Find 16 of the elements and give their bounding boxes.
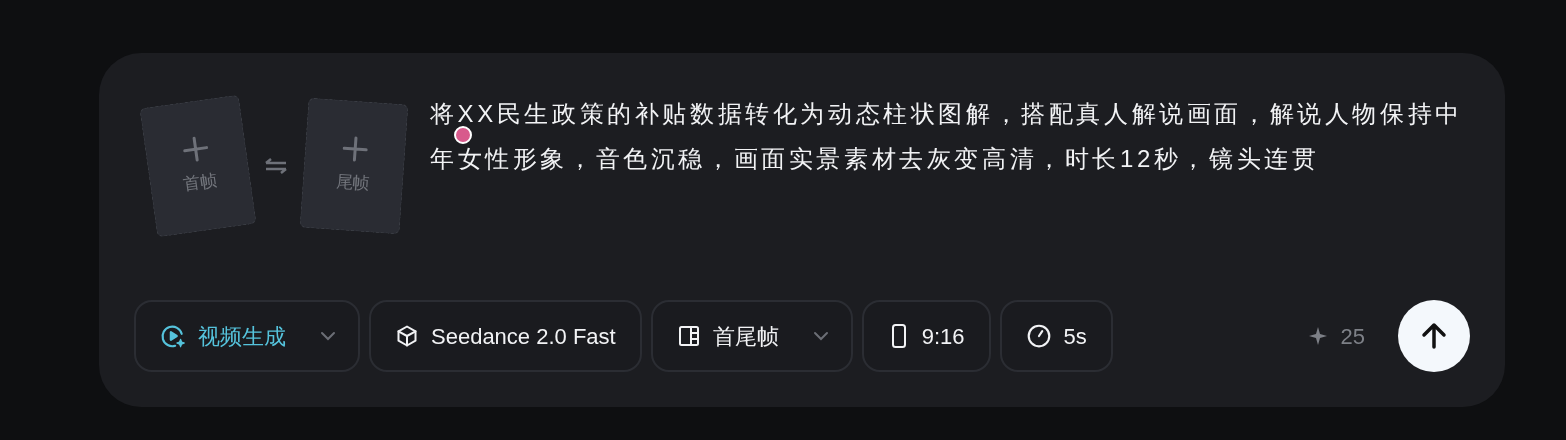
toolbar-chip[interactable]: 9:16 bbox=[861, 300, 991, 372]
credit-count: 25 bbox=[1340, 322, 1365, 351]
cube-icon bbox=[395, 324, 419, 348]
toolbar-chip[interactable]: 视频生成 bbox=[134, 300, 360, 372]
prompt-text[interactable]: 将XX民生政策的补贴数据转化为动态柱状图解，搭配真人解说画面，解说人物保持中年女性形象，音色沉稳，画面实景素材去灰变高清，时长12秒，镜头连贯 bbox=[430, 91, 1470, 181]
frames-icon bbox=[676, 324, 701, 348]
toolbar-chip[interactable]: Seedance 2.0 Fast bbox=[369, 300, 642, 372]
toolbar-chip[interactable]: 首尾帧 bbox=[650, 300, 853, 372]
plus-icon bbox=[341, 135, 370, 164]
play-sparkle-icon bbox=[160, 323, 186, 349]
frame-label: 尾帧 bbox=[334, 171, 371, 196]
toolbar-chip[interactable]: 5s bbox=[999, 300, 1113, 372]
frame-label: 首帧 bbox=[181, 169, 219, 197]
timer-icon bbox=[1025, 323, 1052, 349]
arrow-up-icon bbox=[1419, 321, 1449, 351]
swap-icon[interactable] bbox=[264, 156, 288, 176]
